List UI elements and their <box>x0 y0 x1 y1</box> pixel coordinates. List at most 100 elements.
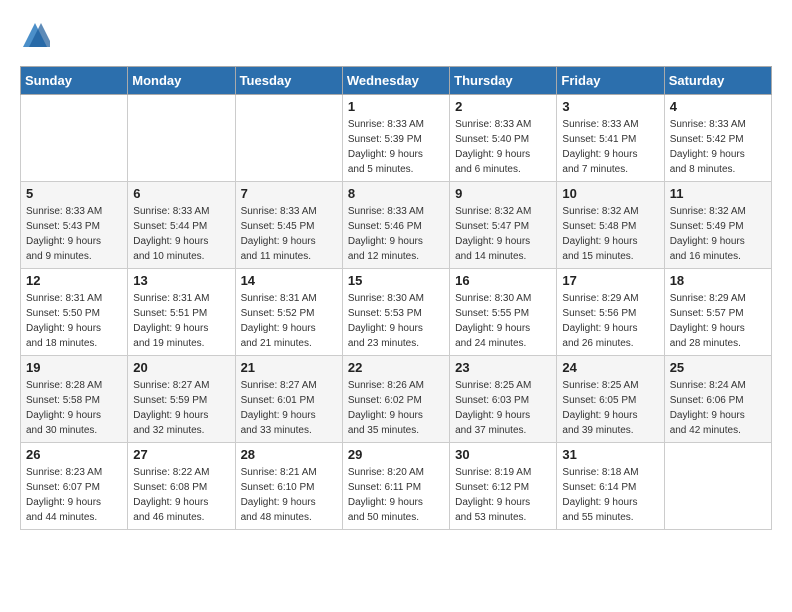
day-number: 15 <box>348 273 444 288</box>
day-info: Sunrise: 8:33 AM Sunset: 5:45 PM Dayligh… <box>241 204 337 264</box>
day-number: 12 <box>26 273 122 288</box>
day-number: 21 <box>241 360 337 375</box>
calendar-cell <box>235 95 342 182</box>
calendar-day-header: Saturday <box>664 67 771 95</box>
day-number: 1 <box>348 99 444 114</box>
day-number: 28 <box>241 447 337 462</box>
day-info: Sunrise: 8:31 AM Sunset: 5:51 PM Dayligh… <box>133 291 229 351</box>
day-info: Sunrise: 8:19 AM Sunset: 6:12 PM Dayligh… <box>455 465 551 525</box>
day-number: 7 <box>241 186 337 201</box>
day-info: Sunrise: 8:24 AM Sunset: 6:06 PM Dayligh… <box>670 378 766 438</box>
calendar-cell: 13 Sunrise: 8:31 AM Sunset: 5:51 PM Dayli… <box>128 269 235 356</box>
day-info: Sunrise: 8:25 AM Sunset: 6:03 PM Dayligh… <box>455 378 551 438</box>
calendar-cell: 19 Sunrise: 8:28 AM Sunset: 5:58 PM Dayli… <box>21 356 128 443</box>
day-info: Sunrise: 8:27 AM Sunset: 5:59 PM Dayligh… <box>133 378 229 438</box>
calendar-cell: 7 Sunrise: 8:33 AM Sunset: 5:45 PM Daylig… <box>235 182 342 269</box>
day-info: Sunrise: 8:29 AM Sunset: 5:57 PM Dayligh… <box>670 291 766 351</box>
day-info: Sunrise: 8:33 AM Sunset: 5:44 PM Dayligh… <box>133 204 229 264</box>
calendar-cell <box>128 95 235 182</box>
calendar-cell: 4 Sunrise: 8:33 AM Sunset: 5:42 PM Daylig… <box>664 95 771 182</box>
calendar-cell: 30 Sunrise: 8:19 AM Sunset: 6:12 PM Dayli… <box>450 443 557 530</box>
calendar-cell: 26Sunrise: 8:23 AM Sunset: 6:07 PM Dayli… <box>21 443 128 530</box>
day-number: 27 <box>133 447 229 462</box>
calendar-cell: 8 Sunrise: 8:33 AM Sunset: 5:46 PM Daylig… <box>342 182 449 269</box>
calendar-cell: 15 Sunrise: 8:30 AM Sunset: 5:53 PM Dayli… <box>342 269 449 356</box>
day-number: 13 <box>133 273 229 288</box>
logo-icon <box>20 20 50 50</box>
calendar-cell: 20 Sunrise: 8:27 AM Sunset: 5:59 PM Dayli… <box>128 356 235 443</box>
logo <box>20 20 54 50</box>
day-info: Sunrise: 8:31 AM Sunset: 5:50 PM Dayligh… <box>26 291 122 351</box>
calendar-cell: 14 Sunrise: 8:31 AM Sunset: 5:52 PM Dayli… <box>235 269 342 356</box>
day-info: Sunrise: 8:33 AM Sunset: 5:40 PM Dayligh… <box>455 117 551 177</box>
day-number: 10 <box>562 186 658 201</box>
calendar-cell: 25 Sunrise: 8:24 AM Sunset: 6:06 PM Dayli… <box>664 356 771 443</box>
day-number: 2 <box>455 99 551 114</box>
day-number: 22 <box>348 360 444 375</box>
calendar-cell: 22 Sunrise: 8:26 AM Sunset: 6:02 PM Dayli… <box>342 356 449 443</box>
day-number: 30 <box>455 447 551 462</box>
day-number: 17 <box>562 273 658 288</box>
day-info: Sunrise: 8:28 AM Sunset: 5:58 PM Dayligh… <box>26 378 122 438</box>
day-info: Sunrise: 8:33 AM Sunset: 5:43 PM Dayligh… <box>26 204 122 264</box>
day-number: 9 <box>455 186 551 201</box>
day-info: Sunrise: 8:26 AM Sunset: 6:02 PM Dayligh… <box>348 378 444 438</box>
day-info: Sunrise: 8:18 AM Sunset: 6:14 PM Dayligh… <box>562 465 658 525</box>
calendar-cell: 28 Sunrise: 8:21 AM Sunset: 6:10 PM Dayli… <box>235 443 342 530</box>
day-number: 25 <box>670 360 766 375</box>
calendar-cell: 17 Sunrise: 8:29 AM Sunset: 5:56 PM Dayli… <box>557 269 664 356</box>
day-info: Sunrise: 8:29 AM Sunset: 5:56 PM Dayligh… <box>562 291 658 351</box>
day-info: Sunrise: 8:33 AM Sunset: 5:41 PM Dayligh… <box>562 117 658 177</box>
day-info: Sunrise: 8:30 AM Sunset: 5:55 PM Dayligh… <box>455 291 551 351</box>
calendar-day-header: Monday <box>128 67 235 95</box>
day-number: 24 <box>562 360 658 375</box>
calendar-cell: 31 Sunrise: 8:18 AM Sunset: 6:14 PM Dayli… <box>557 443 664 530</box>
calendar-cell: 10 Sunrise: 8:32 AM Sunset: 5:48 PM Dayli… <box>557 182 664 269</box>
day-info: Sunrise: 8:25 AM Sunset: 6:05 PM Dayligh… <box>562 378 658 438</box>
day-info: Sunrise: 8:31 AM Sunset: 5:52 PM Dayligh… <box>241 291 337 351</box>
day-number: 8 <box>348 186 444 201</box>
calendar-cell: 27 Sunrise: 8:22 AM Sunset: 6:08 PM Dayli… <box>128 443 235 530</box>
calendar-cell: 12 Sunrise: 8:31 AM Sunset: 5:50 PM Dayli… <box>21 269 128 356</box>
day-number: 20 <box>133 360 229 375</box>
calendar-cell: 18 Sunrise: 8:29 AM Sunset: 5:57 PM Dayli… <box>664 269 771 356</box>
day-number: 18 <box>670 273 766 288</box>
calendar-table: SundayMondayTuesdayWednesdayThursdayFrid… <box>20 66 772 530</box>
day-number: 6 <box>133 186 229 201</box>
day-info: Sunrise: 8:33 AM Sunset: 5:39 PM Dayligh… <box>348 117 444 177</box>
calendar-day-header: Friday <box>557 67 664 95</box>
day-number: 29 <box>348 447 444 462</box>
calendar-cell: 16 Sunrise: 8:30 AM Sunset: 5:55 PM Dayli… <box>450 269 557 356</box>
calendar-cell <box>664 443 771 530</box>
day-number: 26 <box>26 447 122 462</box>
calendar-cell: 2 Sunrise: 8:33 AM Sunset: 5:40 PM Daylig… <box>450 95 557 182</box>
calendar-cell: 3 Sunrise: 8:33 AM Sunset: 5:41 PM Daylig… <box>557 95 664 182</box>
day-number: 19 <box>26 360 122 375</box>
day-info: Sunrise: 8:30 AM Sunset: 5:53 PM Dayligh… <box>348 291 444 351</box>
day-number: 4 <box>670 99 766 114</box>
day-number: 3 <box>562 99 658 114</box>
calendar-cell: 1 Sunrise: 8:33 AM Sunset: 5:39 PM Daylig… <box>342 95 449 182</box>
day-info: Sunrise: 8:33 AM Sunset: 5:46 PM Dayligh… <box>348 204 444 264</box>
day-info: Sunrise: 8:27 AM Sunset: 6:01 PM Dayligh… <box>241 378 337 438</box>
day-number: 23 <box>455 360 551 375</box>
calendar-cell: 24 Sunrise: 8:25 AM Sunset: 6:05 PM Dayli… <box>557 356 664 443</box>
calendar-cell: 11 Sunrise: 8:32 AM Sunset: 5:49 PM Dayli… <box>664 182 771 269</box>
calendar-day-header: Wednesday <box>342 67 449 95</box>
day-number: 11 <box>670 186 766 201</box>
day-number: 31 <box>562 447 658 462</box>
day-number: 14 <box>241 273 337 288</box>
calendar-day-header: Tuesday <box>235 67 342 95</box>
day-number: 16 <box>455 273 551 288</box>
day-info: Sunrise: 8:33 AM Sunset: 5:42 PM Dayligh… <box>670 117 766 177</box>
calendar-cell: 23 Sunrise: 8:25 AM Sunset: 6:03 PM Dayli… <box>450 356 557 443</box>
calendar-cell: 6 Sunrise: 8:33 AM Sunset: 5:44 PM Daylig… <box>128 182 235 269</box>
day-info: Sunrise: 8:32 AM Sunset: 5:48 PM Dayligh… <box>562 204 658 264</box>
day-info: Sunrise: 8:22 AM Sunset: 6:08 PM Dayligh… <box>133 465 229 525</box>
day-info: Sunrise: 8:32 AM Sunset: 5:47 PM Dayligh… <box>455 204 551 264</box>
day-info: Sunrise: 8:32 AM Sunset: 5:49 PM Dayligh… <box>670 204 766 264</box>
day-info: Sunrise: 8:20 AM Sunset: 6:11 PM Dayligh… <box>348 465 444 525</box>
calendar-day-header: Thursday <box>450 67 557 95</box>
calendar-cell: 21 Sunrise: 8:27 AM Sunset: 6:01 PM Dayli… <box>235 356 342 443</box>
day-info: Sunrise: 8:21 AM Sunset: 6:10 PM Dayligh… <box>241 465 337 525</box>
